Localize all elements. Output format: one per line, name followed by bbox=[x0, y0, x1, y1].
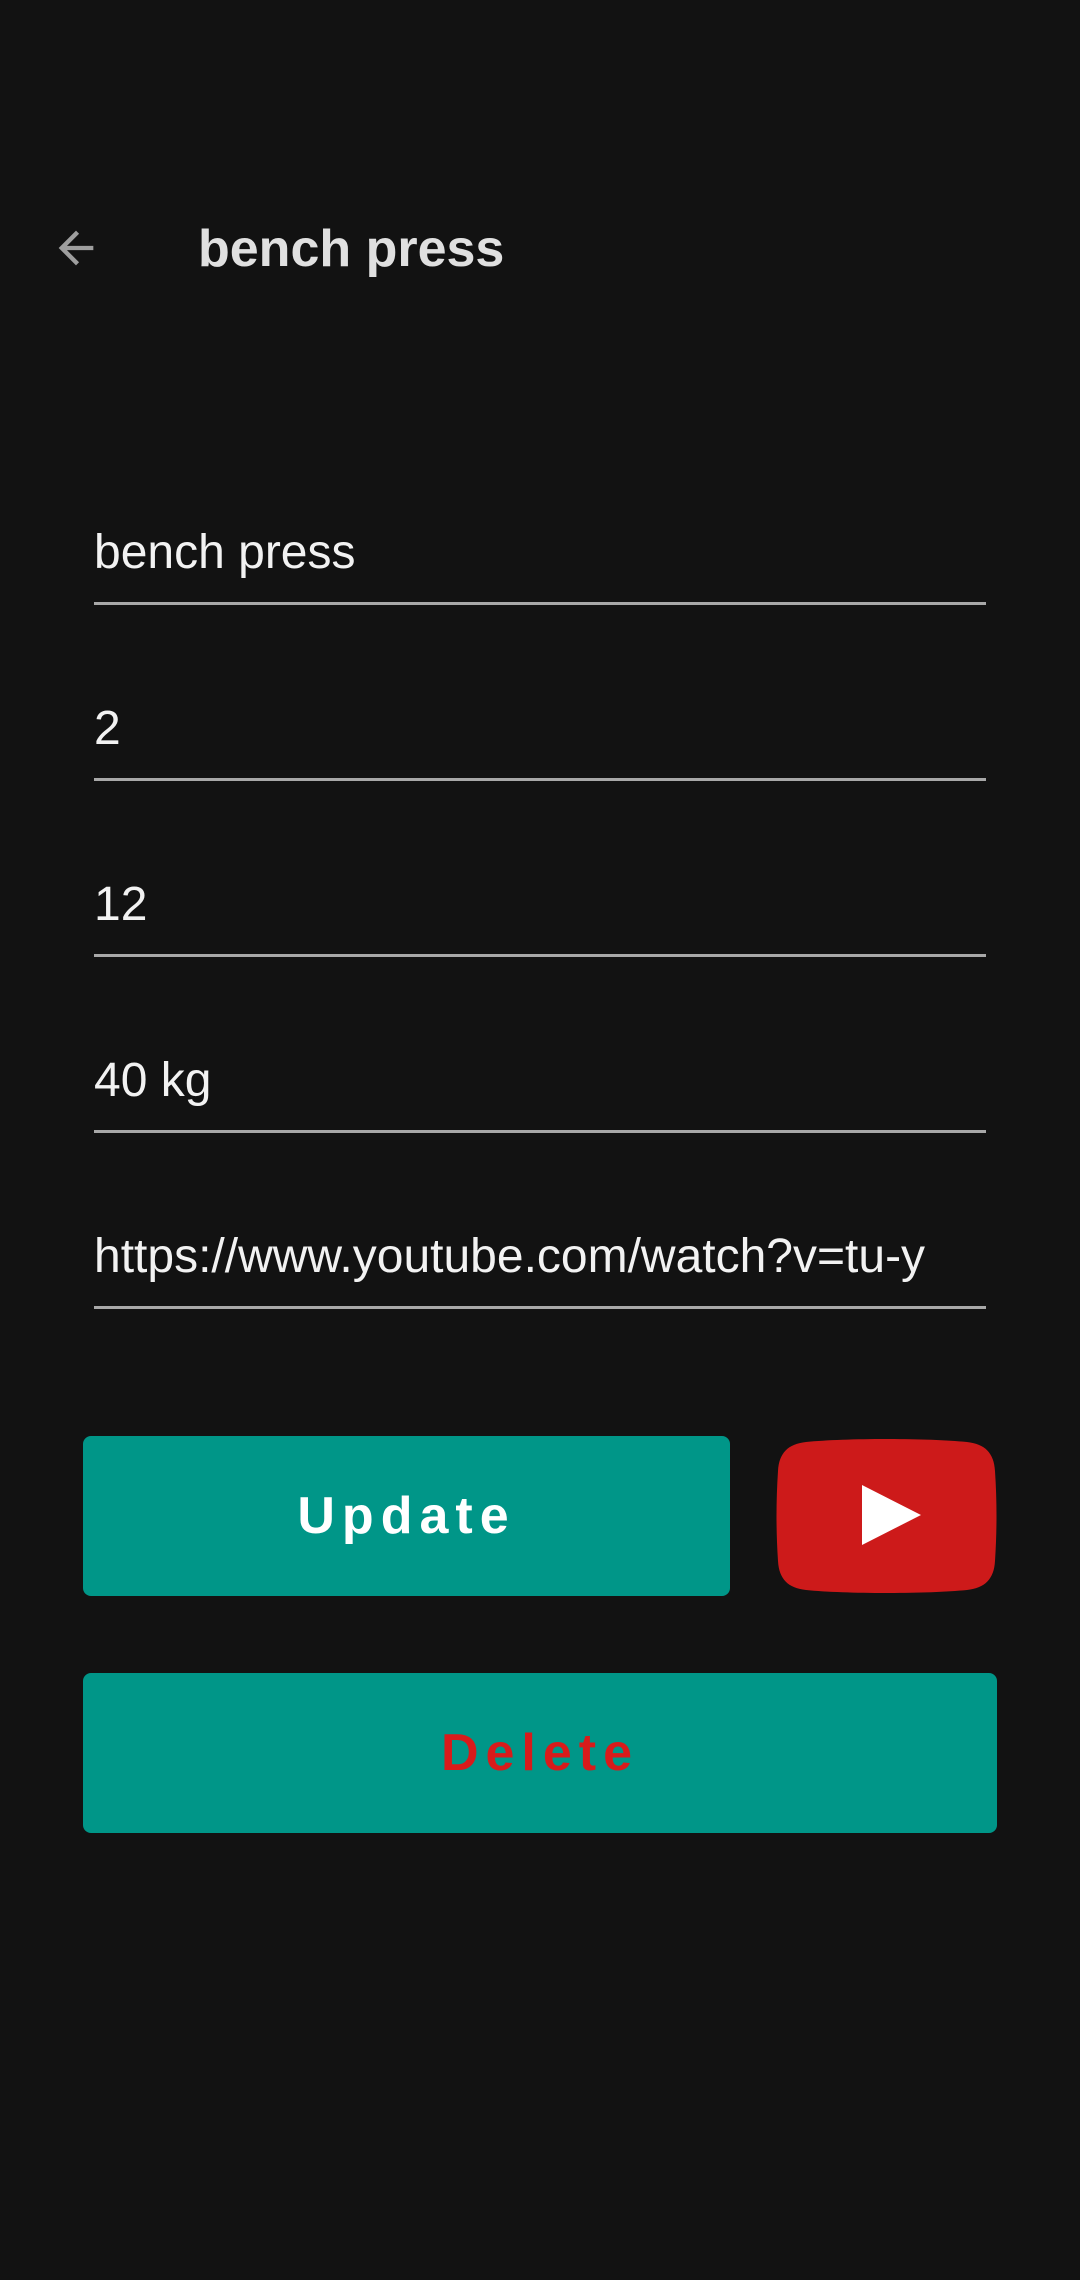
weight-field[interactable] bbox=[94, 1045, 986, 1133]
video-url-input[interactable] bbox=[94, 1221, 986, 1306]
back-button[interactable] bbox=[36, 208, 116, 288]
video-url-field[interactable] bbox=[94, 1221, 986, 1309]
reps-field[interactable] bbox=[94, 869, 986, 957]
exercise-name-input[interactable] bbox=[94, 517, 986, 602]
exercise-detail-screen: bench press Update Delete bbox=[0, 0, 1080, 2280]
app-bar: bench press bbox=[0, 180, 1080, 320]
update-button[interactable]: Update bbox=[83, 1436, 730, 1596]
weight-input[interactable] bbox=[94, 1045, 986, 1130]
delete-button[interactable]: Delete bbox=[83, 1673, 997, 1833]
reps-input[interactable] bbox=[94, 869, 986, 954]
sets-input[interactable] bbox=[94, 693, 986, 778]
exercise-name-field[interactable] bbox=[94, 517, 986, 605]
youtube-play-icon bbox=[776, 1439, 997, 1593]
sets-field[interactable] bbox=[94, 693, 986, 781]
youtube-button[interactable] bbox=[776, 1439, 997, 1593]
arrow-left-icon bbox=[58, 230, 94, 266]
page-title: bench press bbox=[198, 220, 505, 278]
